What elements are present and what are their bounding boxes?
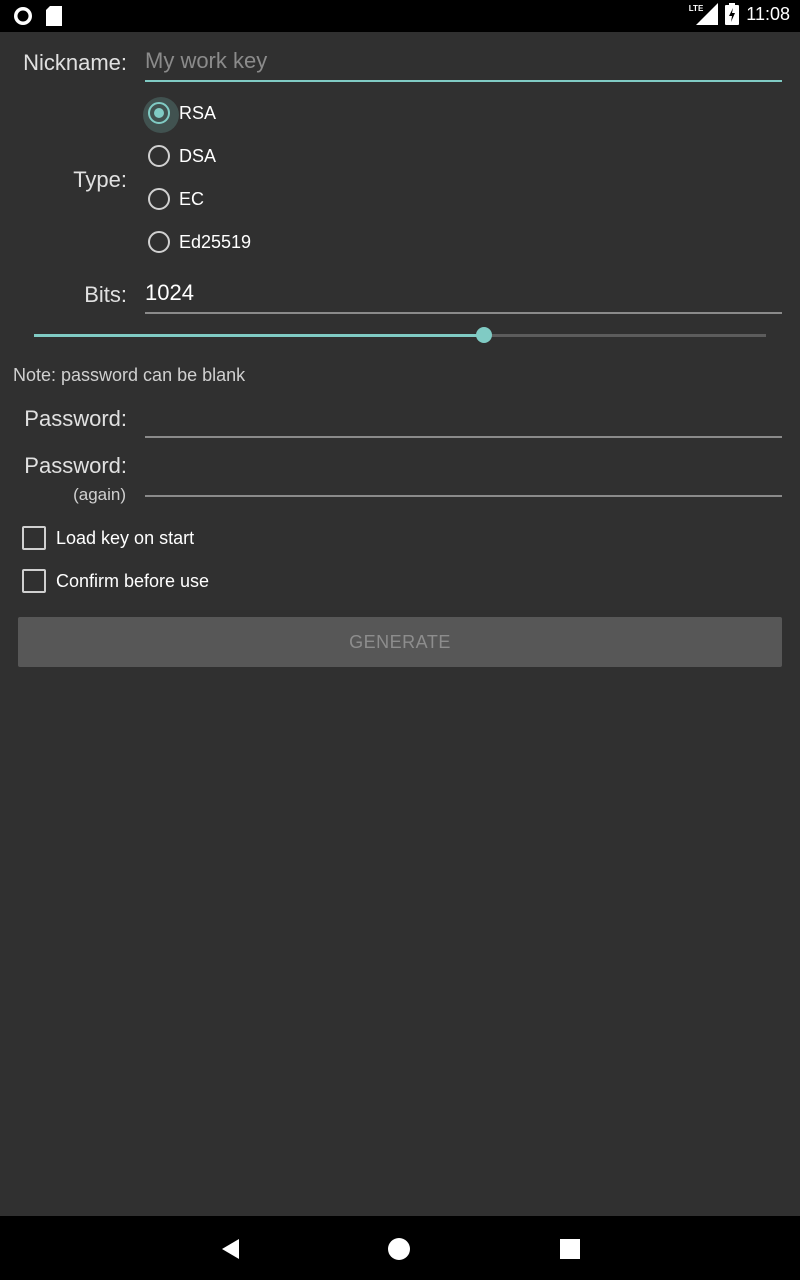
recents-icon [560, 1239, 580, 1259]
radio-label: DSA [179, 145, 217, 166]
radio-rsa[interactable]: RSA [143, 97, 217, 133]
recents-button[interactable] [557, 1236, 583, 1262]
password-field-wrap [145, 404, 782, 438]
slider-fill [34, 334, 485, 337]
nickname-label: Nickname: [23, 50, 127, 75]
checkbox-icon[interactable] [22, 526, 46, 550]
checkbox-label: Confirm before use [56, 570, 210, 591]
nickname-field-wrap [145, 48, 782, 82]
sd-card-icon [46, 6, 62, 26]
password-again-input[interactable] [145, 463, 782, 489]
checkbox-label: Load key on start [56, 527, 195, 548]
bits-field-wrap [145, 280, 782, 314]
navigation-bar [0, 1216, 800, 1280]
bits-label: Bits: [84, 282, 127, 307]
home-icon [388, 1238, 410, 1260]
radio-label: RSA [179, 102, 217, 123]
back-icon [222, 1239, 239, 1259]
status-bar: LTE 11:08 [0, 0, 800, 32]
radio-label: EC [179, 188, 205, 209]
radio-ec[interactable]: EC [148, 188, 204, 210]
type-label: Type: [73, 167, 127, 192]
checkbox-icon[interactable] [22, 569, 46, 593]
password-again-sublabel: (again) [73, 485, 126, 504]
back-button[interactable] [217, 1236, 243, 1262]
radio-button-icon[interactable] [148, 188, 170, 210]
generate-button[interactable]: GENERATE [18, 617, 782, 667]
slider-thumb[interactable] [476, 327, 493, 343]
radio-button-icon[interactable] [148, 145, 170, 167]
clock: 11:08 [746, 3, 790, 24]
bits-slider[interactable] [34, 327, 766, 343]
bits-input[interactable] [145, 280, 782, 306]
nickname-input[interactable] [145, 48, 782, 74]
notification-circle-icon [14, 7, 32, 25]
password-label: Password: [24, 406, 127, 431]
confirm-before-use-checkbox[interactable]: Confirm before use [22, 569, 209, 593]
password-input[interactable] [145, 404, 782, 430]
radio-button-icon[interactable] [148, 231, 170, 253]
radio-ed25519[interactable]: Ed25519 [148, 231, 251, 253]
battery-charging-icon [725, 3, 740, 25]
load-key-on-start-checkbox[interactable]: Load key on start [22, 526, 194, 550]
signal-icon [696, 3, 719, 25]
password-again-field-wrap [145, 463, 782, 497]
radio-label: Ed25519 [179, 231, 252, 252]
password-note: Note: password can be blank [13, 365, 246, 385]
password-again-label: Password: [24, 453, 127, 478]
radio-dsa[interactable]: DSA [148, 145, 216, 167]
home-button[interactable] [386, 1236, 412, 1262]
radio-button-checked-icon[interactable] [143, 97, 179, 133]
